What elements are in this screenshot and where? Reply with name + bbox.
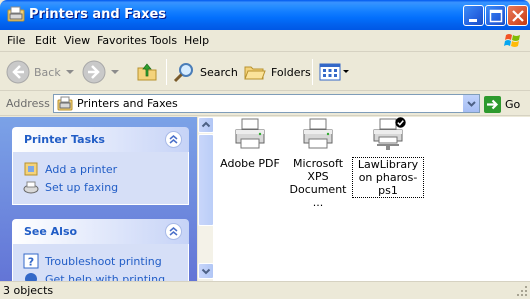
back-button[interactable]: Back <box>6 59 75 85</box>
search-button[interactable]: Search <box>172 59 238 85</box>
printer-list: Adobe PDF Microsoft XPS Document ... Law… <box>214 117 530 281</box>
printer-icon <box>235 118 265 149</box>
chevron-down-icon <box>343 70 349 73</box>
close-button[interactable] <box>507 5 528 26</box>
svg-text:?: ? <box>28 256 34 269</box>
see-also-title: See Also <box>24 225 78 238</box>
printers-folder-icon <box>7 6 25 22</box>
resize-grip-icon[interactable] <box>516 285 528 297</box>
views-icon <box>319 63 341 81</box>
see-also-panel: See Also ? Troubleshoot printing Get hel… <box>12 219 189 281</box>
menu-edit[interactable]: Edit <box>35 34 56 47</box>
folders-icon <box>244 66 266 80</box>
printer-icon <box>303 118 333 149</box>
toolbar-separator <box>312 59 313 85</box>
scroll-up-button[interactable] <box>198 117 213 133</box>
minimize-icon <box>469 19 477 22</box>
chevron-down-icon <box>467 101 476 107</box>
views-button[interactable] <box>318 59 350 85</box>
back-label: Back <box>34 65 61 79</box>
back-arrow-icon <box>6 60 30 84</box>
double-chevron-up-icon <box>169 135 178 144</box>
chevron-down-icon <box>111 70 119 74</box>
go-arrow-icon <box>484 95 501 113</box>
go-label: Go <box>505 97 521 111</box>
menu-view[interactable]: View <box>64 34 90 47</box>
printer-tasks-title: Printer Tasks <box>24 133 105 146</box>
toolbar-separator <box>166 59 167 85</box>
troubleshoot-printing-label: Troubleshoot printing <box>45 254 162 268</box>
printer-tasks-body: Add a printer Set up faxing <box>12 152 189 205</box>
forward-arrow-icon <box>82 60 106 84</box>
see-also-header[interactable]: See Also <box>12 219 189 244</box>
troubleshoot-printing-link[interactable]: ? Troubleshoot printing <box>23 252 178 270</box>
menu-file[interactable]: File <box>7 34 25 47</box>
printer-item[interactable]: Microsoft XPS Document ... <box>282 117 354 209</box>
minimize-button[interactable] <box>463 5 484 26</box>
main-area: Printer Tasks Add a printer Set up faxin… <box>0 117 530 281</box>
collapse-button[interactable] <box>165 223 182 240</box>
maximize-icon <box>489 9 503 23</box>
default-checkmark-icon <box>395 117 406 128</box>
printer-item[interactable]: LawLibrary on pharos-ps1 <box>352 117 424 198</box>
scroll-thumb[interactable] <box>198 134 213 226</box>
address-label: Address <box>6 97 50 110</box>
menu-favorites[interactable]: Favorites <box>97 34 147 47</box>
chevron-down-icon <box>65 70 74 74</box>
close-icon <box>512 10 524 22</box>
address-dropdown-button[interactable] <box>462 95 479 112</box>
add-printer-label: Add a printer <box>45 162 118 176</box>
go-button[interactable]: Go <box>484 95 520 113</box>
setup-faxing-label: Set up faxing <box>45 180 119 194</box>
toolbar: Back Search Folders <box>0 53 530 91</box>
collapse-button[interactable] <box>165 131 182 148</box>
see-also-body: ? Troubleshoot printing Get help with pr… <box>12 244 189 281</box>
chevron-up-icon <box>201 121 211 128</box>
task-pane-scrollbar[interactable] <box>197 117 213 281</box>
printer-name: Adobe PDF <box>220 157 280 170</box>
menu-help[interactable]: Help <box>184 34 209 47</box>
printer-name: LawLibrary on pharos-ps1 <box>352 157 424 198</box>
printers-folder-icon <box>57 96 73 111</box>
setup-faxing-link[interactable]: Set up faxing <box>23 178 178 196</box>
get-help-printing-link[interactable]: Get help with printing <box>23 270 178 281</box>
folders-label: Folders <box>271 65 311 79</box>
title-bar[interactable]: Printers and Faxes <box>0 0 530 30</box>
fax-icon <box>23 181 39 194</box>
maximize-button[interactable] <box>485 5 506 26</box>
status-bar: 3 objects <box>0 281 530 299</box>
help-icon <box>25 273 37 281</box>
folders-button[interactable]: Folders <box>243 59 311 85</box>
window-title: Printers and Faxes <box>29 7 167 22</box>
printer-tasks-panel: Printer Tasks Add a printer Set up faxin… <box>12 127 189 205</box>
add-printer-link[interactable]: Add a printer <box>23 160 178 178</box>
printer-tasks-header[interactable]: Printer Tasks <box>12 127 189 152</box>
menu-tools[interactable]: Tools <box>150 34 177 47</box>
scroll-down-button[interactable] <box>198 263 213 279</box>
explorer-window: Printers and Faxes File Edit View Favori… <box>0 0 530 299</box>
address-field[interactable]: Printers and Faxes <box>53 94 480 113</box>
add-printer-icon <box>24 162 38 176</box>
task-pane: Printer Tasks Add a printer Set up faxin… <box>0 117 213 281</box>
menu-bar: File Edit View Favorites Tools Help <box>0 30 530 52</box>
help-icon: ? <box>23 253 39 269</box>
printer-item[interactable]: Adobe PDF <box>214 117 286 170</box>
get-help-printing-label: Get help with printing <box>45 272 166 282</box>
windows-logo-icon <box>504 34 520 47</box>
status-text: 3 objects <box>3 284 54 297</box>
double-chevron-up-icon <box>169 227 178 236</box>
search-label: Search <box>200 65 238 79</box>
address-value: Printers and Faxes <box>77 97 178 110</box>
up-folder-icon <box>137 63 157 81</box>
search-icon <box>173 63 193 83</box>
forward-button[interactable] <box>82 59 120 85</box>
up-folder-button[interactable] <box>135 59 159 85</box>
address-bar: Address Printers and Faxes Go <box>0 92 530 116</box>
chevron-down-icon <box>201 268 211 275</box>
printer-name: Microsoft XPS Document ... <box>289 157 347 209</box>
